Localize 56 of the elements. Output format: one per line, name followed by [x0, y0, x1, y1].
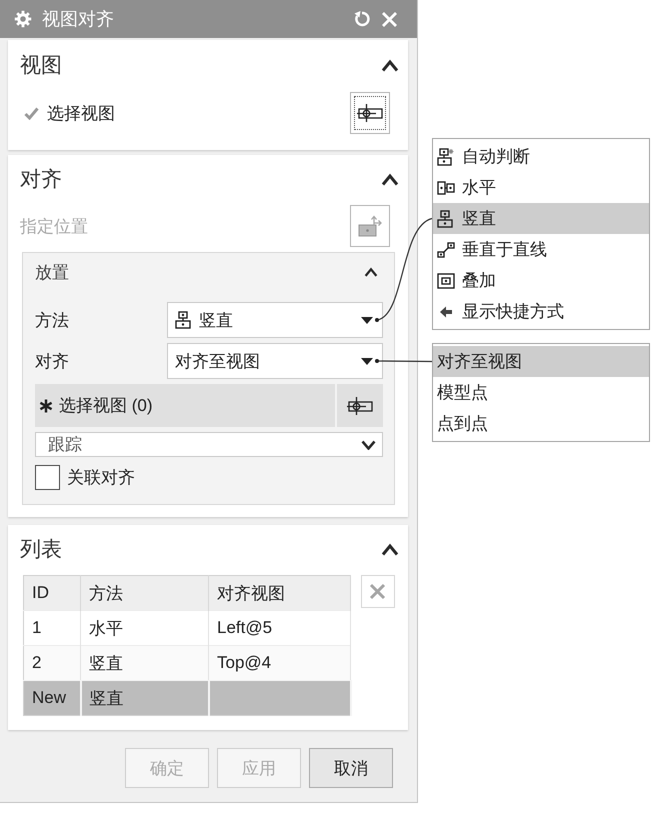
checkbox-label: 关联对齐	[67, 467, 135, 489]
select-view-button[interactable]	[350, 92, 390, 134]
chevron-up-icon[interactable]	[381, 172, 399, 186]
column-header: 对齐视图	[208, 576, 350, 610]
column-header: ID	[24, 576, 80, 610]
menu-item[interactable]: 显示快捷方式	[433, 296, 649, 327]
group-title: 放置	[35, 262, 69, 284]
menu-item[interactable]: 点到点	[433, 408, 649, 439]
vertical-boxes-icon	[437, 210, 455, 228]
window-title: 视图对齐	[42, 8, 114, 31]
section-title: 视图	[20, 53, 62, 79]
table-row[interactable]: 2 竖直 Top@4	[24, 646, 350, 680]
selection-row[interactable]: 选择视图 (0)	[35, 384, 335, 427]
box-arrows-icon	[358, 215, 382, 237]
column-header: 方法	[80, 576, 208, 610]
menu-item[interactable]: 竖直	[433, 203, 649, 234]
section-title: 列表	[20, 537, 62, 563]
leader-line	[375, 359, 432, 363]
chevron-up-icon[interactable]	[381, 58, 399, 72]
boxes-spark-icon	[437, 148, 455, 166]
method-dropdown[interactable]: 竖直	[167, 302, 383, 338]
reset-icon[interactable]	[353, 10, 371, 28]
location-label: 指定位置	[20, 216, 88, 238]
chevron-down-icon	[361, 440, 376, 450]
field-label: 方法	[35, 310, 70, 332]
table-cell: 竖直	[80, 680, 208, 716]
tracking-dropdown[interactable]: 跟踪	[35, 432, 383, 457]
horizontal-boxes-icon	[437, 178, 455, 196]
menu-item[interactable]: 模型点	[433, 377, 649, 408]
caret-down-icon	[361, 358, 373, 364]
crosshair-frame-icon	[356, 103, 384, 123]
checkbox[interactable]	[35, 465, 60, 490]
menu-item[interactable]: 垂直于直线	[433, 234, 649, 265]
field-label: 对齐	[35, 350, 70, 372]
select-view-button[interactable]	[337, 384, 383, 427]
chevron-up-icon[interactable]	[364, 267, 378, 277]
table-row[interactable]: 1 水平 Left@5	[24, 610, 350, 646]
dialog-button[interactable]: 取消	[309, 748, 393, 788]
section-title: 对齐	[20, 167, 62, 193]
chevron-up-icon[interactable]	[381, 542, 399, 556]
menu-item[interactable]: 水平	[433, 172, 649, 203]
cross-icon	[369, 583, 386, 600]
alignment-dropdown[interactable]: 对齐至视图	[167, 343, 383, 379]
table-row[interactable]: New 竖直	[24, 680, 350, 716]
nested-squares-icon	[437, 272, 455, 290]
vertical-boxes-icon	[175, 311, 193, 329]
crosshair-frame-icon	[346, 396, 374, 416]
caret-down-icon	[361, 316, 373, 324]
selection-label: 选择视图	[47, 102, 115, 124]
menu-item[interactable]: 自动判断	[433, 141, 649, 172]
menu-item[interactable]: 叠加	[433, 265, 649, 296]
table-cell: New	[24, 680, 80, 716]
menu-item[interactable]: 对齐至视图	[433, 346, 649, 377]
diagonal-boxes-icon	[437, 240, 455, 258]
close-icon[interactable]	[381, 10, 398, 28]
settings-icon[interactable]	[14, 10, 32, 28]
